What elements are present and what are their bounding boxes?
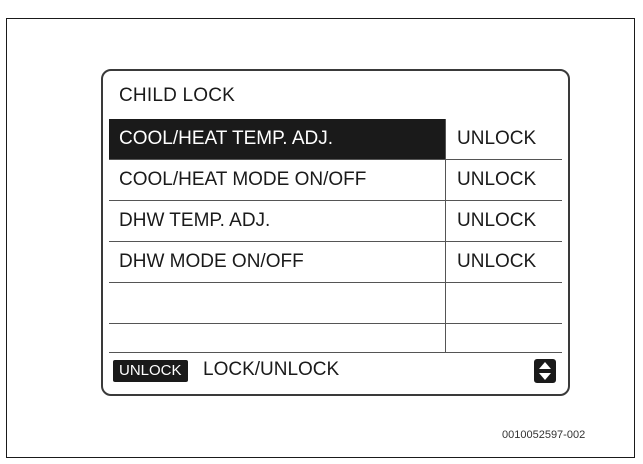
row-label: DHW TEMP. ADJ. [119, 210, 271, 231]
footer-hint: LOCK/UNLOCK [203, 359, 340, 380]
unlock-key-badge[interactable]: UNLOCK [113, 360, 188, 382]
controller-screen: CHILD LOCK COOL/HEAT TEMP. ADJ. UNLOCK C… [101, 69, 570, 396]
menu-row-dhw-temp-adj[interactable]: DHW TEMP. ADJ. UNLOCK [109, 201, 562, 242]
document-code: 0010052597-002 [502, 429, 586, 441]
row-value: UNLOCK [457, 128, 537, 149]
screen-title: CHILD LOCK [119, 85, 236, 106]
menu-row-cool-heat-mode-on-off[interactable]: COOL/HEAT MODE ON/OFF UNLOCK [109, 160, 562, 201]
row-label: DHW MODE ON/OFF [119, 251, 304, 272]
row-label: COOL/HEAT TEMP. ADJ. [119, 128, 333, 149]
menu-row-empty [109, 312, 562, 353]
row-value: UNLOCK [457, 210, 537, 231]
screen-footer: UNLOCK LOCK/UNLOCK [109, 353, 562, 389]
row-value: UNLOCK [457, 251, 537, 272]
menu-row-dhw-mode-on-off[interactable]: DHW MODE ON/OFF UNLOCK [109, 242, 562, 283]
row-label: COOL/HEAT MODE ON/OFF [119, 169, 367, 190]
up-down-arrows-icon[interactable] [534, 359, 556, 383]
menu-row-cool-heat-temp-adj[interactable]: COOL/HEAT TEMP. ADJ. UNLOCK [109, 119, 562, 160]
row-value: UNLOCK [457, 169, 537, 190]
